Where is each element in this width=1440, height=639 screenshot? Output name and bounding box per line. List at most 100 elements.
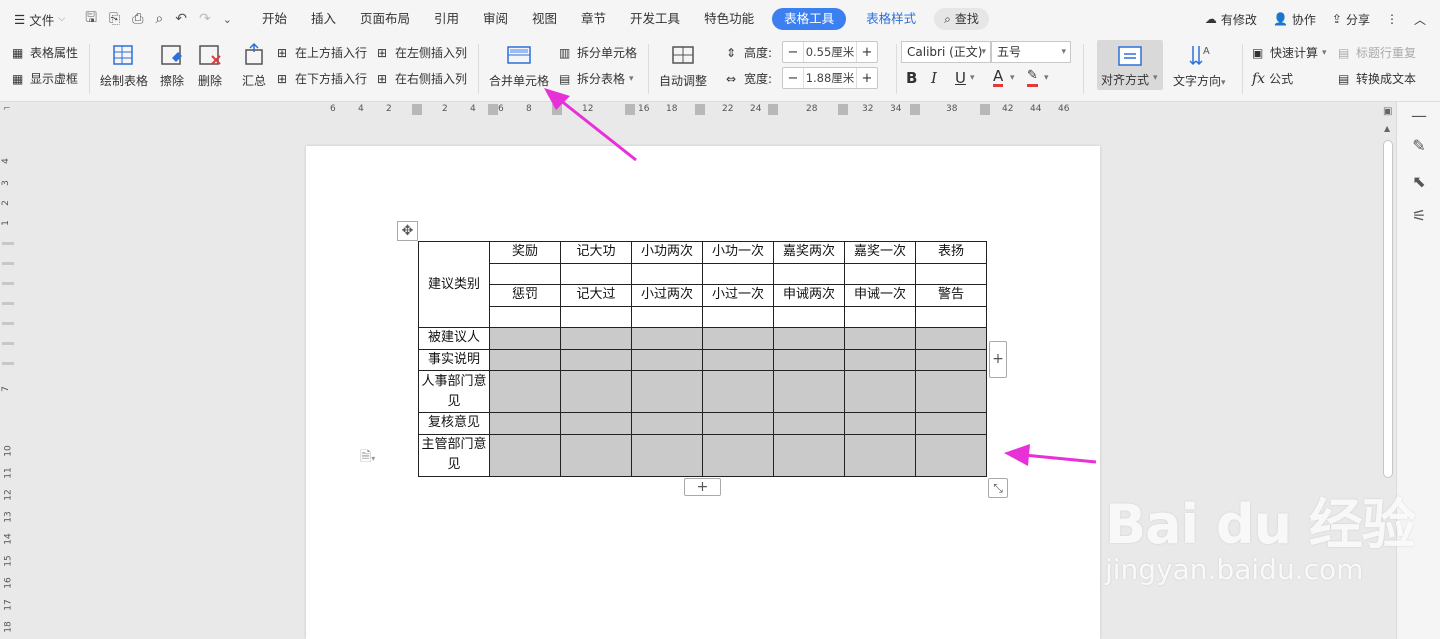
tab-5[interactable]: 视图 — [520, 8, 569, 30]
shaded-cell[interactable] — [702, 412, 774, 435]
width-decrement-button[interactable]: − — [783, 71, 803, 86]
text-direction-button[interactable]: A 文字方向▾ — [1173, 38, 1226, 89]
insert-col-left-button[interactable]: ⊞ 在左侧插入列 — [377, 44, 467, 61]
tab-7[interactable]: 开发工具 — [618, 8, 692, 30]
tab-0[interactable]: 开始 — [250, 8, 299, 30]
merge-cells-button[interactable]: 合并单元格 — [489, 38, 549, 89]
height-increment-button[interactable]: + — [857, 45, 877, 60]
ruler-column-marker[interactable] — [910, 104, 920, 115]
save-icon[interactable]: 🖫 — [85, 7, 97, 31]
empty-cell[interactable] — [489, 305, 561, 328]
ruler-column-marker[interactable] — [768, 104, 778, 115]
tab-table-tools[interactable]: 表格工具 — [772, 8, 847, 30]
shaded-cell[interactable] — [844, 433, 916, 477]
punish-cell[interactable]: 小过一次 — [702, 284, 774, 307]
tab-3[interactable]: 引用 — [422, 8, 471, 30]
redo-icon[interactable]: ↷ — [199, 11, 211, 27]
convert-to-text-button[interactable]: ▤ 转换成文本 — [1338, 70, 1416, 87]
shaded-cell[interactable] — [844, 412, 916, 435]
shaded-cell[interactable] — [489, 433, 561, 477]
share-button[interactable]: ⇪ 分享 — [1332, 11, 1370, 28]
reward-cell[interactable]: 表扬 — [915, 241, 987, 264]
empty-cell[interactable] — [489, 262, 561, 285]
empty-cell[interactable] — [631, 305, 703, 328]
ruler-column-marker[interactable] — [980, 104, 990, 115]
reward-cell[interactable]: 嘉奖两次 — [773, 241, 845, 264]
collapse-ribbon-icon[interactable]: ︿ — [1414, 11, 1426, 28]
italic-icon[interactable]: I — [931, 69, 937, 87]
empty-cell[interactable] — [844, 305, 916, 328]
print-preview-icon[interactable]: ⌕ — [155, 11, 163, 27]
auto-adjust-button[interactable]: 自动调整 — [659, 38, 707, 89]
ruler-column-marker[interactable] — [488, 104, 498, 115]
shaded-cell[interactable] — [560, 433, 632, 477]
font-name-select[interactable]: Calibri (正文) — [901, 41, 991, 63]
add-row-button[interactable]: + — [684, 478, 721, 496]
shaded-cell[interactable] — [773, 327, 845, 350]
row-label-cell[interactable]: 人事部门意见 — [418, 370, 490, 413]
summary-button[interactable]: 汇总 — [240, 38, 268, 89]
shaded-cell[interactable] — [773, 370, 845, 413]
insert-col-right-button[interactable]: ⊞ 在右侧插入列 — [377, 70, 467, 87]
more-icon[interactable]: ⋮ — [1386, 12, 1398, 26]
shaded-cell[interactable] — [915, 370, 987, 413]
empty-cell[interactable] — [773, 305, 845, 328]
insert-row-above-button[interactable]: ⊞ 在上方插入行 — [277, 44, 367, 61]
font-size-select[interactable]: 五号 — [991, 41, 1071, 63]
tab-8[interactable]: 特色功能 — [692, 8, 766, 30]
reward-cell[interactable]: 记大功 — [560, 241, 632, 264]
shaded-cell[interactable] — [631, 412, 703, 435]
punish-cell[interactable]: 记大过 — [560, 284, 632, 307]
ruler-column-marker[interactable] — [412, 104, 422, 115]
format-painter-icon[interactable]: ⎘ — [109, 11, 120, 27]
split-cells-button[interactable]: ▥ 拆分单元格 — [559, 44, 637, 61]
shaded-cell[interactable] — [631, 433, 703, 477]
punish-cell[interactable]: 警告 — [915, 284, 987, 307]
scroll-top-icon[interactable]: ▣ — [1383, 106, 1392, 117]
ruler-column-marker[interactable] — [695, 104, 705, 115]
empty-cell[interactable] — [560, 305, 632, 328]
empty-cell[interactable] — [844, 262, 916, 285]
print-icon[interactable]: ⎙ — [132, 11, 143, 27]
delete-button[interactable]: 删除 — [196, 38, 224, 89]
shaded-cell[interactable] — [773, 348, 845, 371]
shaded-cell[interactable] — [702, 348, 774, 371]
shaded-cell[interactable] — [844, 370, 916, 413]
punish-cell[interactable]: 申诫两次 — [773, 284, 845, 307]
scrollbar-thumb[interactable] — [1383, 140, 1393, 478]
shaded-cell[interactable] — [489, 370, 561, 413]
width-increment-button[interactable]: + — [857, 71, 877, 86]
category-cell[interactable]: 建议类别 — [418, 241, 490, 328]
shaded-cell[interactable] — [915, 412, 987, 435]
empty-cell[interactable] — [915, 305, 987, 328]
pointer-icon[interactable]: ⬉ — [1409, 172, 1429, 192]
reward-cell[interactable]: 嘉奖一次 — [844, 241, 916, 264]
shaded-cell[interactable] — [560, 327, 632, 350]
reward-cell[interactable]: 奖励 — [489, 241, 561, 264]
document-page[interactable]: 建议类别 奖励 记大功 小功两次 小功一次 嘉奖两次 嘉奖一次 表扬 惩罚 记大… — [306, 146, 1100, 639]
bold-icon[interactable]: B — [906, 69, 917, 87]
shaded-cell[interactable] — [489, 412, 561, 435]
empty-cell[interactable] — [631, 262, 703, 285]
shaded-cell[interactable] — [702, 433, 774, 477]
insert-row-below-button[interactable]: ⊞ 在下方插入行 — [277, 70, 367, 87]
empty-cell[interactable] — [702, 262, 774, 285]
reward-cell[interactable]: 小功一次 — [702, 241, 774, 264]
empty-cell[interactable] — [560, 262, 632, 285]
shaded-cell[interactable] — [702, 327, 774, 350]
add-column-button[interactable]: + — [989, 341, 1007, 378]
shaded-cell[interactable] — [773, 412, 845, 435]
tab-6[interactable]: 章节 — [569, 8, 618, 30]
customize-icon[interactable]: ⌄ — [223, 13, 232, 26]
empty-cell[interactable] — [915, 262, 987, 285]
height-stepper[interactable]: − 0.55厘米 + — [782, 41, 878, 63]
shaded-cell[interactable] — [844, 348, 916, 371]
reward-cell[interactable]: 小功两次 — [631, 241, 703, 264]
document-table[interactable]: 建议类别 奖励 记大功 小功两次 小功一次 嘉奖两次 嘉奖一次 表扬 惩罚 记大… — [418, 241, 987, 477]
shaded-cell[interactable] — [631, 348, 703, 371]
search-button[interactable]: ⌕ 查找 — [934, 8, 989, 30]
shaded-cell[interactable] — [489, 348, 561, 371]
height-decrement-button[interactable]: − — [783, 45, 803, 60]
punish-cell[interactable]: 申诫一次 — [844, 284, 916, 307]
quick-calc-button[interactable]: ▣ 快速计算 ▾ — [1252, 44, 1327, 61]
